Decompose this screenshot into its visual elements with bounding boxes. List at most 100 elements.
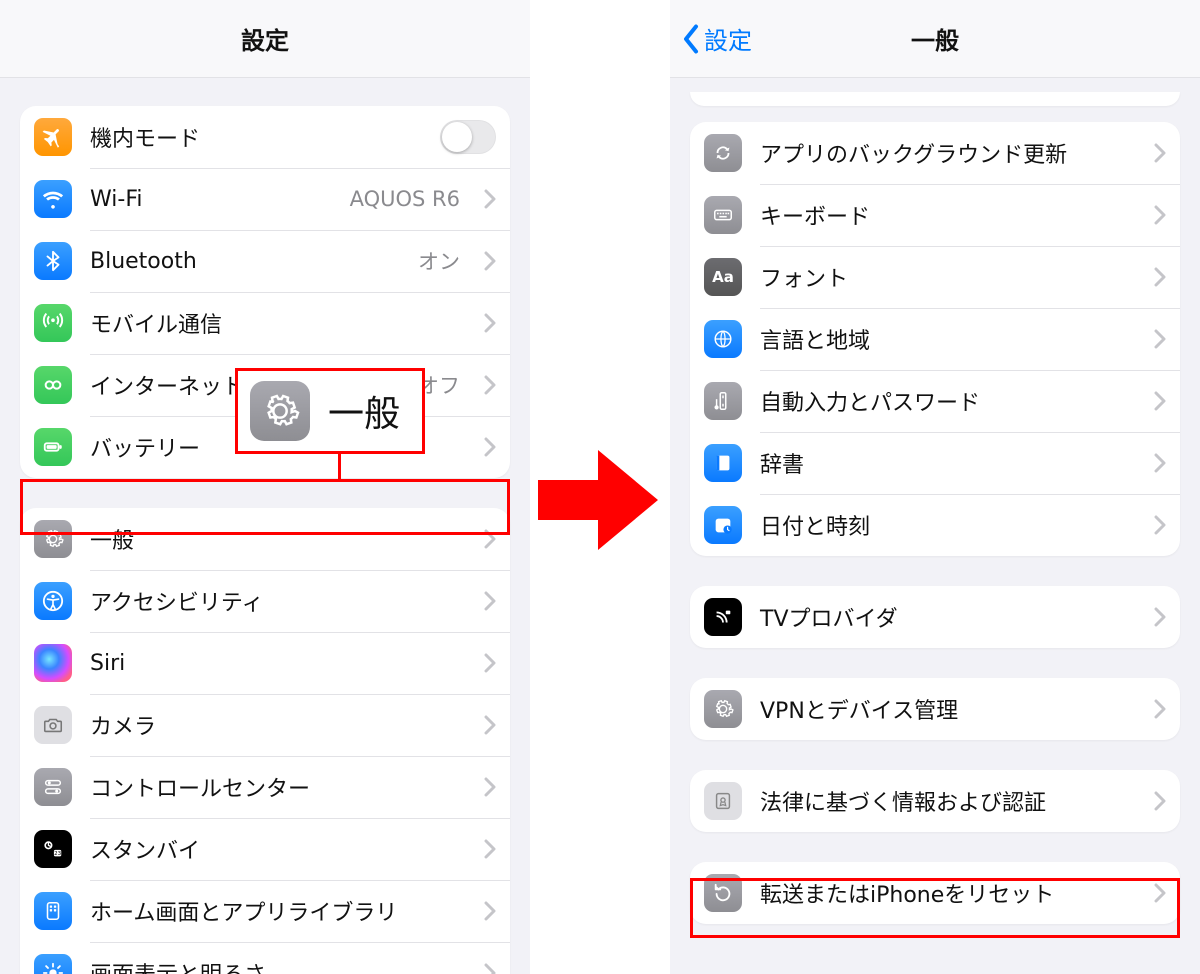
row-legal[interactable]: 法律に基づく情報および認証	[690, 770, 1180, 832]
row-label: 辞書	[760, 447, 1136, 479]
tv-provider-icon	[704, 598, 742, 636]
camera-icon	[34, 706, 72, 744]
row-font[interactable]: Aa フォント	[690, 246, 1180, 308]
svg-text:23: 23	[54, 851, 61, 857]
row-general[interactable]: 一般	[20, 508, 510, 570]
font-icon: Aa	[704, 258, 742, 296]
row-dictionary[interactable]: 辞書	[690, 432, 1180, 494]
row-label: モバイル通信	[90, 307, 466, 339]
row-bluetooth[interactable]: Bluetooth オン	[20, 230, 510, 292]
row-label: カメラ	[90, 709, 466, 741]
row-vpn[interactable]: VPNとデバイス管理	[690, 678, 1180, 740]
header: 設定	[0, 0, 530, 78]
row-label: 機内モード	[90, 121, 422, 153]
header-title: 設定	[241, 21, 289, 56]
row-autofill[interactable]: 自動入力とパスワード	[690, 370, 1180, 432]
chevron-right-icon	[1154, 883, 1166, 903]
bluetooth-icon	[34, 242, 72, 280]
general-group-reset: 転送またはiPhoneをリセット	[690, 862, 1180, 924]
row-label: Wi-Fi	[90, 187, 332, 212]
chevron-right-icon	[1154, 205, 1166, 225]
chevron-right-icon	[484, 591, 496, 611]
back-label: 設定	[704, 21, 752, 56]
row-standby[interactable]: 23 スタンバイ	[20, 818, 510, 880]
row-label: 画面表示と明るさ	[90, 957, 466, 974]
wifi-icon	[34, 180, 72, 218]
back-button[interactable]: 設定	[680, 0, 752, 77]
header-title: 一般	[911, 21, 959, 56]
chevron-right-icon	[1154, 791, 1166, 811]
row-label: 法律に基づく情報および認証	[760, 785, 1136, 817]
row-tv-provider[interactable]: TVプロバイダ	[690, 586, 1180, 648]
row-wifi[interactable]: Wi-Fi AQUOS R6	[20, 168, 510, 230]
chevron-right-icon	[484, 375, 496, 395]
row-home-screen[interactable]: ホーム画面とアプリライブラリ	[20, 880, 510, 942]
chevron-right-icon	[484, 529, 496, 549]
row-label: 一般	[90, 523, 466, 555]
row-accessibility[interactable]: アクセシビリティ	[20, 570, 510, 632]
chevron-right-icon	[484, 839, 496, 859]
row-camera[interactable]: カメラ	[20, 694, 510, 756]
row-label: 転送またはiPhoneをリセット	[760, 877, 1136, 909]
chevron-right-icon	[484, 777, 496, 797]
chevron-right-icon	[484, 437, 496, 457]
settings-scroll[interactable]: 機内モード Wi-Fi AQUOS R6 Bluetooth	[0, 78, 530, 974]
general-group-legal: 法律に基づく情報および認証	[690, 770, 1180, 832]
row-language[interactable]: 言語と地域	[690, 308, 1180, 370]
airplane-icon	[34, 118, 72, 156]
row-label: 言語と地域	[760, 323, 1136, 355]
chevron-right-icon	[484, 653, 496, 673]
row-label: フォント	[760, 261, 1136, 293]
callout-label: 一般	[328, 385, 400, 437]
brightness-icon	[34, 954, 72, 974]
chevron-right-icon	[1154, 453, 1166, 473]
chevron-right-icon	[484, 715, 496, 735]
chevron-right-icon	[1154, 699, 1166, 719]
control-center-icon	[34, 768, 72, 806]
general-group-1: アプリのバックグラウンド更新 キーボード Aa フォント 言語と地域	[690, 122, 1180, 556]
row-control-center[interactable]: コントロールセンター	[20, 756, 510, 818]
airplane-toggle[interactable]	[440, 120, 496, 154]
row-label: スタンバイ	[90, 833, 466, 865]
gear-icon	[704, 690, 742, 728]
chevron-right-icon	[484, 251, 496, 271]
phone-settings: 設定 機内モード Wi-Fi AQUOS R6	[0, 0, 530, 974]
row-cellular[interactable]: モバイル通信	[20, 292, 510, 354]
row-siri[interactable]: Siri	[20, 632, 510, 694]
chevron-right-icon	[484, 313, 496, 333]
refresh-icon	[704, 134, 742, 172]
calendar-icon	[704, 506, 742, 544]
stage: 設定 機内モード Wi-Fi AQUOS R6	[0, 0, 1200, 974]
general-scroll[interactable]: アプリのバックグラウンド更新 キーボード Aa フォント 言語と地域	[670, 78, 1200, 924]
header: 設定 一般	[670, 0, 1200, 78]
row-value: オン	[418, 246, 460, 276]
row-label: 日付と時刻	[760, 509, 1136, 541]
antenna-icon	[34, 304, 72, 342]
battery-icon	[34, 428, 72, 466]
home-screen-icon	[34, 892, 72, 930]
siri-icon	[34, 644, 72, 682]
chevron-right-icon	[1154, 515, 1166, 535]
row-transfer-reset[interactable]: 転送またはiPhoneをリセット	[690, 862, 1180, 924]
accessibility-icon	[34, 582, 72, 620]
row-keyboard[interactable]: キーボード	[690, 184, 1180, 246]
row-label: TVプロバイダ	[760, 601, 1136, 633]
hotspot-icon	[34, 366, 72, 404]
gear-icon	[34, 520, 72, 558]
row-display[interactable]: 画面表示と明るさ	[20, 942, 510, 974]
chevron-right-icon	[1154, 143, 1166, 163]
row-label: アクセシビリティ	[90, 585, 466, 617]
row-airplane-mode[interactable]: 機内モード	[20, 106, 510, 168]
row-label: Siri	[90, 651, 466, 676]
chevron-right-icon	[484, 963, 496, 974]
globe-icon	[704, 320, 742, 358]
row-background-refresh[interactable]: アプリのバックグラウンド更新	[690, 122, 1180, 184]
callout-connector	[338, 454, 341, 479]
row-label: 自動入力とパスワード	[760, 385, 1136, 417]
keyboard-icon	[704, 196, 742, 234]
chevron-right-icon	[484, 189, 496, 209]
chevron-right-icon	[1154, 267, 1166, 287]
general-group-tv: TVプロバイダ	[690, 586, 1180, 648]
row-datetime[interactable]: 日付と時刻	[690, 494, 1180, 556]
prev-group-edge	[690, 92, 1180, 106]
